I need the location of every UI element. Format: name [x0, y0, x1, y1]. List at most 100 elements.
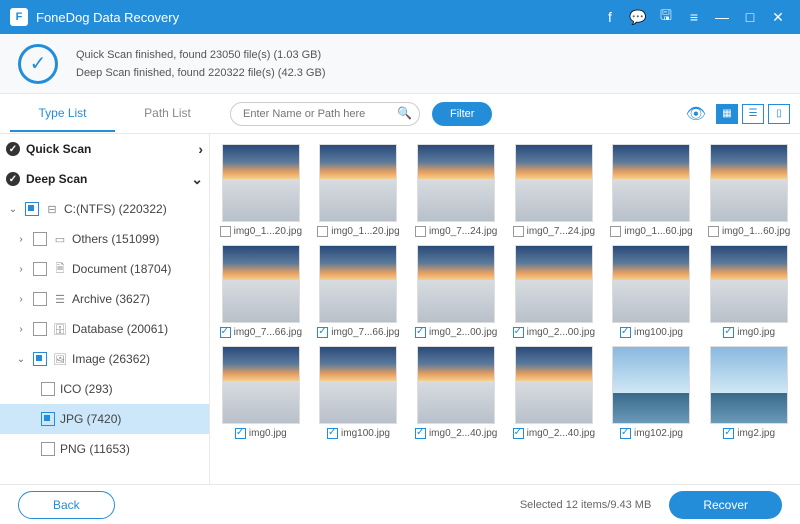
view-grid-button[interactable]: ▦ — [716, 104, 738, 124]
search-box: 🔍 — [230, 102, 420, 126]
tab-typelist[interactable]: Type List — [10, 96, 115, 132]
thumbnail-image — [222, 144, 300, 222]
save-icon[interactable]: 🖫 — [654, 5, 678, 29]
back-button[interactable]: Back — [18, 491, 115, 519]
deepscan-status: Deep Scan finished, found 220322 file(s)… — [76, 64, 325, 82]
thumbnail-image — [222, 346, 300, 424]
file-checkbox[interactable] — [220, 327, 231, 338]
thumbnail-image — [222, 245, 300, 323]
file-checkbox[interactable] — [513, 226, 524, 237]
thumbnail-image — [417, 346, 495, 424]
file-checkbox[interactable] — [513, 428, 524, 439]
thumbnail-image — [417, 245, 495, 323]
file-thumbnail[interactable]: img0_1...60.jpg — [704, 144, 794, 237]
app-title: FoneDog Data Recovery — [36, 10, 179, 25]
search-icon[interactable]: 🔍 — [397, 106, 412, 120]
file-checkbox[interactable] — [513, 327, 524, 338]
maximize-icon[interactable]: □ — [738, 5, 762, 29]
file-thumbnail[interactable]: img0_1...20.jpg — [314, 144, 404, 237]
file-name: img0_1...20.jpg — [331, 226, 399, 237]
thumbnail-image — [417, 144, 495, 222]
database-icon: 🗄 — [52, 323, 68, 336]
toolbar: Type List Path List 🔍 Filter 👁 ▦ ☰ ▯ — [0, 94, 800, 134]
file-checkbox[interactable] — [723, 428, 734, 439]
checkmark-icon: ✓ — [18, 44, 58, 84]
folder-icon: ▭ — [52, 233, 68, 246]
drive-icon: ⊟ — [44, 203, 60, 216]
file-name: img0_2...40.jpg — [429, 428, 497, 439]
thumbnail-image — [515, 346, 593, 424]
file-thumbnail[interactable]: img0_7...66.jpg — [216, 245, 306, 338]
minimize-icon[interactable]: — — [710, 5, 734, 29]
file-name: img0_1...20.jpg — [234, 226, 302, 237]
file-checkbox[interactable] — [415, 428, 426, 439]
file-thumbnail[interactable]: img0_2...40.jpg — [411, 346, 501, 439]
sidebar-others[interactable]: ▭Others (151099) — [0, 224, 209, 254]
file-name: img0_7...24.jpg — [527, 226, 595, 237]
file-thumbnail[interactable]: img0_1...60.jpg — [607, 144, 697, 237]
document-icon: 🗎 — [52, 260, 68, 279]
file-checkbox[interactable] — [235, 428, 246, 439]
search-input[interactable] — [230, 102, 420, 126]
file-checkbox[interactable] — [620, 428, 631, 439]
thumbnail-image — [319, 245, 397, 323]
file-checkbox[interactable] — [415, 226, 426, 237]
sidebar-quickscan[interactable]: ✓Quick Scan› — [0, 134, 209, 164]
file-name: img0_2...00.jpg — [429, 327, 497, 338]
file-checkbox[interactable] — [723, 327, 734, 338]
filter-button[interactable]: Filter — [432, 102, 492, 126]
file-checkbox[interactable] — [415, 327, 426, 338]
file-thumbnail[interactable]: img2.jpg — [704, 346, 794, 439]
sidebar-archive[interactable]: ☰Archive (3627) — [0, 284, 209, 314]
thumbnail-image — [612, 346, 690, 424]
footer: Back Selected 12 items/9.43 MB Recover — [0, 484, 800, 524]
view-list-button[interactable]: ☰ — [742, 104, 764, 124]
file-name: img0_7...66.jpg — [234, 327, 302, 338]
thumbnail-image — [319, 346, 397, 424]
file-name: img100.jpg — [341, 428, 390, 439]
file-thumbnail[interactable]: img0_2...00.jpg — [509, 245, 599, 338]
file-thumbnail[interactable]: img102.jpg — [607, 346, 697, 439]
file-checkbox[interactable] — [327, 428, 338, 439]
facebook-icon[interactable]: f — [598, 5, 622, 29]
file-checkbox[interactable] — [708, 226, 719, 237]
tab-pathlist[interactable]: Path List — [115, 96, 220, 132]
file-thumbnail[interactable]: img100.jpg — [607, 245, 697, 338]
file-thumbnail[interactable]: img0.jpg — [704, 245, 794, 338]
menu-icon[interactable]: ≡ — [682, 5, 706, 29]
sidebar-document[interactable]: 🗎Document (18704) — [0, 254, 209, 284]
sidebar-ico[interactable]: ICO (293) — [0, 374, 209, 404]
sidebar-drive[interactable]: ⊟C:(NTFS) (220322) — [0, 194, 209, 224]
file-thumbnail[interactable]: img0.jpg — [216, 346, 306, 439]
recover-button[interactable]: Recover — [669, 491, 782, 519]
file-checkbox[interactable] — [620, 327, 631, 338]
thumbnail-image — [710, 144, 788, 222]
close-icon[interactable]: ✕ — [766, 5, 790, 29]
file-name: img0_7...24.jpg — [429, 226, 497, 237]
thumbnail-image — [319, 144, 397, 222]
file-thumbnail[interactable]: img0_7...66.jpg — [314, 245, 404, 338]
file-thumbnail[interactable]: img0_2...00.jpg — [411, 245, 501, 338]
sidebar-database[interactable]: 🗄Database (20061) — [0, 314, 209, 344]
content-area: img0_1...20.jpg img0_1...20.jpg img0_7...2… — [210, 134, 800, 484]
image-icon: 🖼 — [52, 353, 68, 366]
file-checkbox[interactable] — [220, 226, 231, 237]
file-thumbnail[interactable]: img0_2...40.jpg — [509, 346, 599, 439]
sidebar-jpg[interactable]: JPG (7420) — [0, 404, 209, 434]
file-name: img0.jpg — [737, 327, 775, 338]
file-checkbox[interactable] — [610, 226, 621, 237]
file-thumbnail[interactable]: img0_7...24.jpg — [509, 144, 599, 237]
file-thumbnail[interactable]: img0_7...24.jpg — [411, 144, 501, 237]
feedback-icon[interactable]: 💬 — [626, 5, 650, 29]
file-checkbox[interactable] — [317, 327, 328, 338]
sidebar-deepscan[interactable]: ✓Deep Scan⌄ — [0, 164, 209, 194]
file-name: img0_1...60.jpg — [722, 226, 790, 237]
file-thumbnail[interactable]: img100.jpg — [314, 346, 404, 439]
view-detail-button[interactable]: ▯ — [768, 104, 790, 124]
preview-icon[interactable]: 👁 — [686, 104, 706, 124]
sidebar-png[interactable]: PNG (11653) — [0, 434, 209, 464]
file-checkbox[interactable] — [317, 226, 328, 237]
file-thumbnail[interactable]: img0_1...20.jpg — [216, 144, 306, 237]
sidebar-image[interactable]: 🖼Image (26362) — [0, 344, 209, 374]
file-name: img100.jpg — [634, 327, 683, 338]
